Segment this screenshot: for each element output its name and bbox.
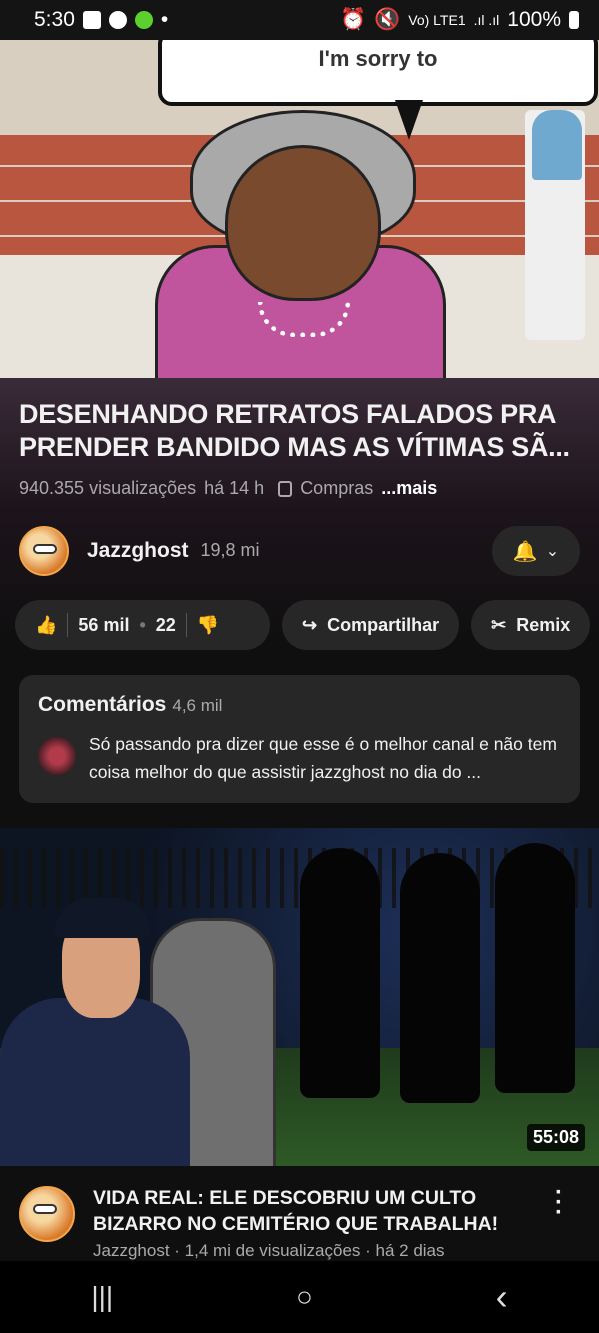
- share-label: Compartilhar: [327, 614, 440, 635]
- shadow-figure: [495, 843, 575, 1093]
- dot-separator: •: [139, 614, 146, 635]
- dot-icon: •: [160, 8, 169, 31]
- share-button[interactable]: ↪ Compartilhar: [282, 600, 460, 650]
- next-video-meta: Jazzghost · 1,4 mi de visualizações · há…: [93, 1241, 445, 1260]
- more-link[interactable]: ...mais: [381, 478, 437, 499]
- next-channel-avatar[interactable]: [19, 1186, 75, 1242]
- gallery-icon: [82, 11, 101, 29]
- next-video-info[interactable]: VIDA REAL: ELE DESCOBRIU UM CULTO BIZARR…: [0, 1166, 599, 1261]
- remix-icon: ✂: [491, 614, 507, 635]
- alarm-icon: ⏰: [339, 8, 367, 31]
- guard-cap: [55, 898, 150, 938]
- top-comment-text: Só passando pra dizer que esse é o melho…: [89, 734, 557, 782]
- chevron-down-icon: ⌄: [545, 543, 560, 560]
- comments-label: Comentários: [38, 693, 167, 716]
- comments-header: Comentários 4,6 mil: [38, 693, 222, 717]
- video-meta[interactable]: 940.355 visualizações há 14 h Compras ..…: [19, 478, 437, 499]
- battery-icon: [569, 11, 579, 29]
- shopping-bag-icon: [278, 480, 293, 497]
- channel-avatar[interactable]: [19, 525, 69, 576]
- like-count: 56 mil: [78, 614, 130, 635]
- speech-bubble-tail: [395, 100, 423, 140]
- notification-button[interactable]: 🔔 ⌄: [492, 526, 580, 576]
- security-guard: [0, 998, 190, 1166]
- video-player[interactable]: I'm sorry to: [0, 40, 599, 378]
- status-bar: 5:30 • ⏰ 🔇 Vo) LTE1 .ıl .ıl 100%: [0, 0, 599, 40]
- divider: [67, 613, 69, 637]
- shadow-figure: [300, 848, 380, 1098]
- next-video-title[interactable]: VIDA REAL: ELE DESCOBRIU UM CULTO BIZARR…: [93, 1185, 533, 1237]
- mute-icon: 🔇: [374, 8, 401, 31]
- next-video-thumbnail[interactable]: 55:08: [0, 828, 599, 1166]
- shopping-label: Compras: [300, 478, 374, 498]
- shadow-figure: [400, 853, 480, 1103]
- battery-level: 100%: [507, 8, 561, 31]
- home-button[interactable]: ○: [296, 1281, 313, 1313]
- divider: [185, 613, 187, 637]
- wifi-icon: Vo) LTE1: [408, 12, 466, 28]
- app-icon: [134, 11, 153, 29]
- comments-count: 4,6 mil: [172, 696, 223, 715]
- share-icon: ↪: [302, 614, 318, 635]
- thumbs-down-icon[interactable]: 👎: [197, 615, 219, 636]
- clock: 5:30: [34, 8, 75, 31]
- back-button[interactable]: ‹: [496, 1276, 508, 1318]
- action-bar: 👍 56 mil • 22 👎 ↪ Compartilhar ✂ Remix: [15, 600, 595, 650]
- view-count: 940.355 visualizações: [19, 478, 197, 498]
- signal-icon: .ıl .ıl: [473, 12, 500, 28]
- more-options-icon[interactable]: · · ·: [555, 1181, 563, 1225]
- video-duration: 55:08: [526, 1124, 585, 1151]
- system-nav-bar: ||| ○ ‹: [0, 1261, 599, 1333]
- video-info-panel: DESENHANDO RETRATOS FALADOS PRA PRENDER …: [0, 378, 599, 818]
- commenter-avatar: [38, 737, 76, 775]
- upload-age: há 14 h: [204, 478, 265, 498]
- comments-card[interactable]: Comentários 4,6 mil Só passando pra dizer…: [19, 675, 580, 803]
- water-bottle: [532, 110, 582, 180]
- character-face: [225, 145, 381, 301]
- speech-bubble: I'm sorry to: [158, 40, 598, 106]
- video-title[interactable]: DESENHANDO RETRATOS FALADOS PRA PRENDER …: [19, 398, 579, 464]
- recent-apps-button[interactable]: |||: [91, 1281, 113, 1313]
- channel-row[interactable]: Jazzghost 19,8 mi 🔔 ⌄: [19, 523, 580, 578]
- remix-button[interactable]: ✂ Remix: [471, 600, 591, 650]
- dislike-count: 22: [155, 614, 176, 635]
- bell-icon: 🔔: [512, 540, 538, 563]
- subscriber-count: 19,8 mi: [200, 540, 260, 560]
- hat-icon: [108, 11, 127, 29]
- thumbs-up-icon[interactable]: 👍: [35, 615, 57, 636]
- channel-name[interactable]: Jazzghost: [87, 539, 189, 563]
- like-dislike-button[interactable]: 👍 56 mil • 22 👎: [15, 600, 270, 650]
- remix-label: Remix: [516, 614, 571, 635]
